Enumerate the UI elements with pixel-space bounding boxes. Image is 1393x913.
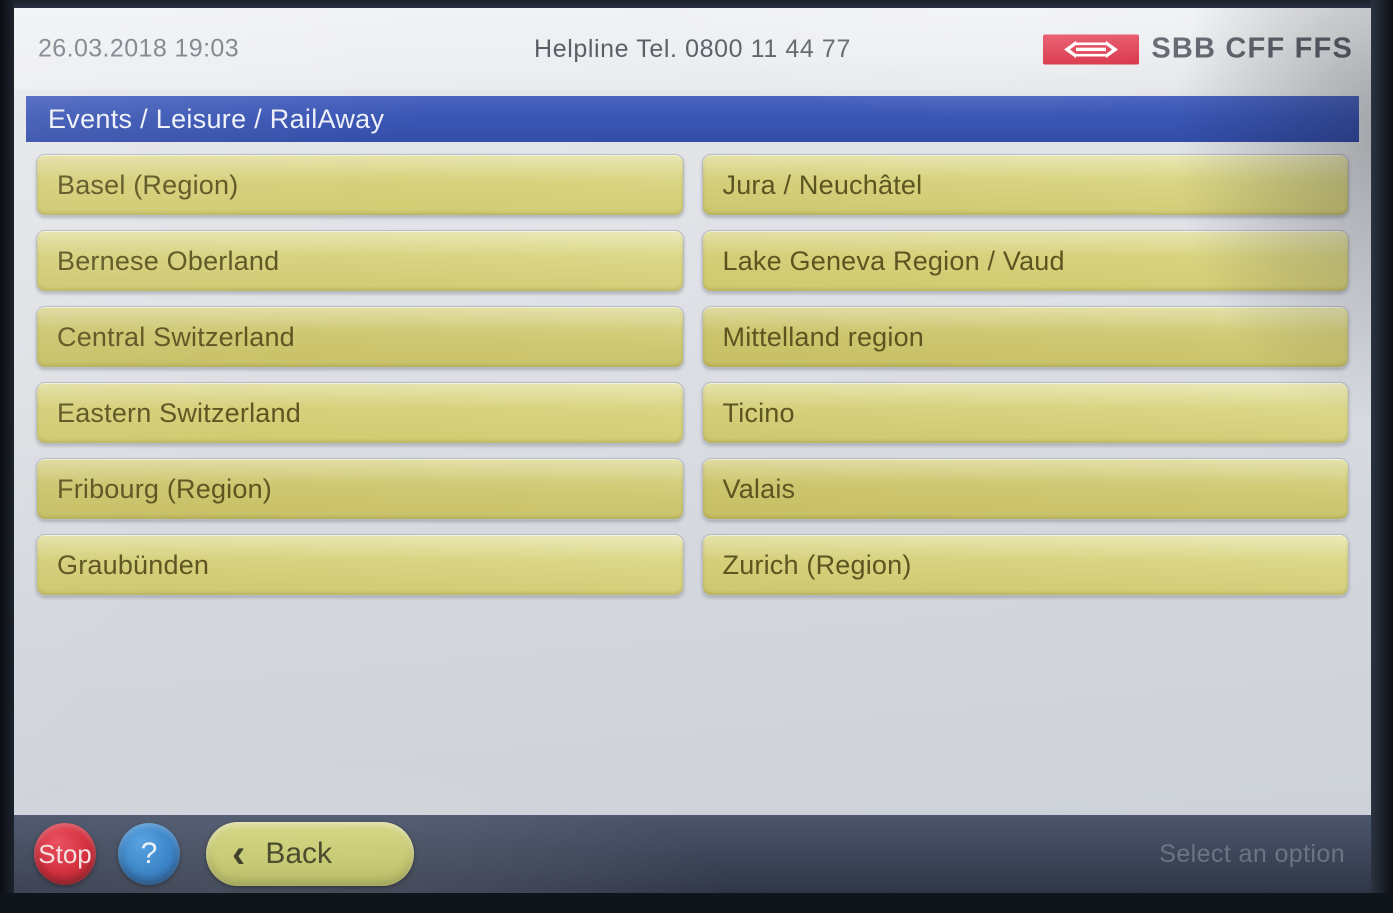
region-option-label: Eastern Switzerland	[57, 397, 301, 428]
bezel-left	[0, 0, 14, 913]
region-option-fribourg[interactable]: Fribourg (Region)	[36, 458, 684, 520]
empty-content-area	[14, 624, 1371, 815]
region-option-label: Ticino	[722, 397, 795, 428]
region-option-lake-geneva-vaud[interactable]: Lake Geneva Region / Vaud	[701, 230, 1349, 292]
region-option-label: Bernese Oberland	[57, 245, 280, 276]
sbb-emblem-icon	[1043, 34, 1140, 64]
region-option-label: Fribourg (Region)	[57, 473, 272, 504]
bottom-toolbar: Stop ? ‹ Back Select an option	[14, 815, 1371, 893]
sbb-logo: SBB CFF FFS	[1043, 33, 1353, 66]
region-option-label: Lake Geneva Region / Vaud	[722, 245, 1065, 276]
back-button-label: Back	[265, 837, 333, 870]
region-option-label: Basel (Region)	[57, 169, 239, 200]
ticket-machine-photo: 26.03.2018 19:03 Helpline Tel. 0800 11 4…	[0, 0, 1393, 913]
region-option-label: Jura / Neuchâtel	[722, 169, 923, 200]
help-button-label: ?	[140, 837, 158, 870]
region-options-panel: Basel (Region) Jura / Neuchâtel Bernese …	[26, 154, 1359, 624]
region-option-basel[interactable]: Basel (Region)	[36, 154, 684, 216]
region-option-label: Zurich (Region)	[722, 549, 912, 580]
bezel-right	[1371, 0, 1393, 913]
region-option-eastern-switzerland[interactable]: Eastern Switzerland	[36, 382, 684, 444]
breadcrumb: Events / Leisure / RailAway	[48, 103, 385, 134]
chevron-left-icon: ‹	[232, 832, 246, 876]
region-option-label: Central Switzerland	[57, 321, 295, 352]
region-option-zurich[interactable]: Zurich (Region)	[701, 534, 1349, 596]
region-option-label: Valais	[722, 473, 796, 504]
region-option-central-switzerland[interactable]: Central Switzerland	[36, 306, 684, 368]
page-title-bar: Events / Leisure / RailAway	[26, 96, 1359, 142]
region-options-grid: Basel (Region) Jura / Neuchâtel Bernese …	[36, 154, 1349, 596]
region-option-valais[interactable]: Valais	[701, 458, 1349, 520]
help-button[interactable]: ?	[118, 823, 180, 885]
region-option-mittelland[interactable]: Mittelland region	[701, 306, 1349, 368]
region-option-ticino[interactable]: Ticino	[701, 382, 1349, 444]
region-option-graubunden[interactable]: Graubünden	[36, 534, 684, 596]
region-option-label: Graubünden	[57, 549, 210, 580]
region-option-label: Mittelland region	[722, 321, 925, 352]
status-hint: Select an option	[1159, 839, 1345, 868]
region-option-bernese-oberland[interactable]: Bernese Oberland	[36, 230, 684, 292]
stop-button[interactable]: Stop	[34, 823, 96, 885]
back-button[interactable]: ‹ Back	[206, 822, 414, 886]
bezel-top	[0, 0, 1393, 8]
touchscreen: 26.03.2018 19:03 Helpline Tel. 0800 11 4…	[14, 8, 1371, 893]
bezel-bottom	[0, 893, 1393, 913]
stop-button-label: Stop	[38, 838, 92, 869]
status-header: 26.03.2018 19:03 Helpline Tel. 0800 11 4…	[14, 8, 1371, 90]
region-option-jura-neuchatel[interactable]: Jura / Neuchâtel	[701, 154, 1349, 216]
sbb-brand-text: SBB CFF FFS	[1151, 32, 1353, 65]
